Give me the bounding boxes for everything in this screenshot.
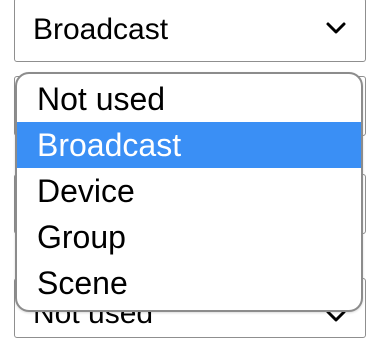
dropdown-option-group[interactable]: Group bbox=[17, 214, 361, 260]
screen: Broadcast Not used Not used Broadcast De… bbox=[0, 0, 370, 340]
dropdown-option-not-used[interactable]: Not used bbox=[17, 76, 361, 122]
dropdown-option-broadcast[interactable]: Broadcast bbox=[17, 122, 361, 168]
mode-select-value: Broadcast bbox=[33, 13, 169, 46]
dropdown-option-scene[interactable]: Scene bbox=[17, 260, 361, 306]
dropdown-popup: Not used Broadcast Device Group Scene bbox=[15, 72, 363, 312]
chevron-down-icon[interactable] bbox=[325, 17, 347, 39]
dropdown-list: Not used Broadcast Device Group Scene bbox=[17, 76, 361, 306]
dropdown-option-device[interactable]: Device bbox=[17, 168, 361, 214]
mode-select[interactable]: Broadcast bbox=[14, 0, 366, 62]
